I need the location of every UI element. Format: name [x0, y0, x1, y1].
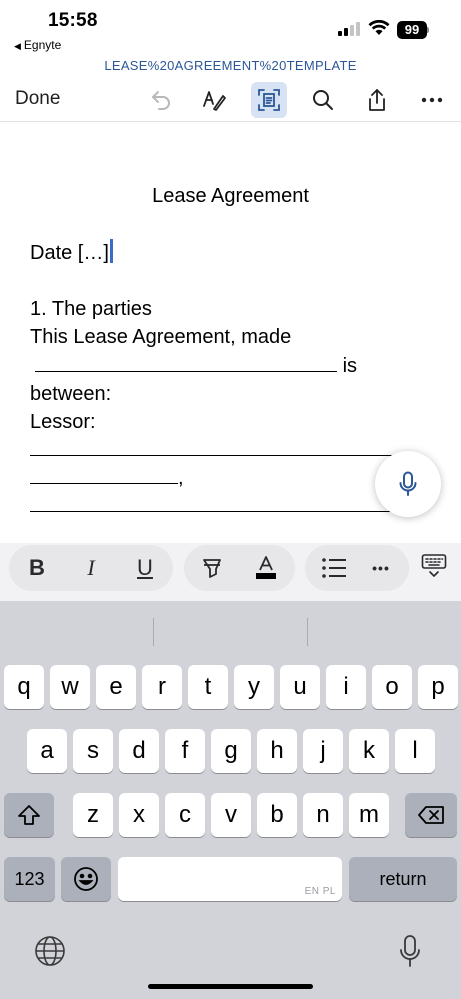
key-y[interactable]: y — [234, 665, 274, 709]
suggestion-divider — [307, 618, 308, 646]
key-p[interactable]: p — [418, 665, 458, 709]
blank-line-date[interactable] — [35, 354, 337, 372]
back-triangle-icon: ◀ — [14, 41, 21, 51]
key-c[interactable]: c — [165, 793, 205, 837]
keyboard-hide-icon — [421, 554, 447, 577]
space-key[interactable]: EN PL — [118, 857, 342, 901]
blank-line-lessor-name[interactable] — [30, 438, 420, 456]
status-time: 15:58 — [48, 10, 98, 31]
wifi-icon — [368, 19, 390, 41]
pen-icon[interactable] — [196, 82, 232, 118]
cellular-signal-icon — [338, 22, 362, 36]
key-u[interactable]: u — [280, 665, 320, 709]
text-style-group: B I U — [9, 545, 173, 591]
status-bar: 15:58 ◀ Egnyte 99 — [0, 0, 461, 58]
key-e[interactable]: e — [96, 665, 136, 709]
key-r[interactable]: r — [142, 665, 182, 709]
search-icon[interactable] — [305, 82, 341, 118]
format-bar: B I U ••• — [0, 543, 461, 601]
document-title: LEASE%20AGREEMENT%20TEMPLATE — [104, 58, 357, 73]
italic-button[interactable]: I — [71, 545, 111, 591]
font-color-icon — [256, 556, 276, 579]
key-d[interactable]: d — [119, 729, 159, 773]
date-line: Date […] — [30, 239, 113, 267]
font-color-button[interactable] — [244, 545, 288, 591]
suggestion-divider — [153, 618, 154, 646]
lessor-label: Lessor: — [30, 411, 96, 433]
list-group: ••• — [305, 545, 409, 591]
key-o[interactable]: o — [372, 665, 412, 709]
dictation-mic-icon[interactable] — [392, 931, 428, 971]
key-i[interactable]: i — [326, 665, 366, 709]
text-cursor — [109, 239, 113, 263]
reading-view-icon[interactable] — [251, 82, 287, 118]
key-f[interactable]: f — [165, 729, 205, 773]
blank-line-lessor-short[interactable] — [30, 466, 178, 484]
key-a[interactable]: a — [27, 729, 67, 773]
lessor-blank-1 — [30, 436, 420, 464]
key-z[interactable]: z — [73, 793, 113, 837]
key-b[interactable]: b — [257, 793, 297, 837]
language-hint: EN PL — [304, 886, 336, 897]
format-more-button[interactable]: ••• — [361, 545, 401, 591]
hide-keyboard-button[interactable] — [414, 543, 454, 589]
key-s[interactable]: s — [73, 729, 113, 773]
emoji-icon — [74, 867, 98, 891]
key-l[interactable]: l — [395, 729, 435, 773]
shift-icon — [18, 805, 40, 825]
lease-line-2: is — [30, 352, 357, 380]
shift-key[interactable] — [4, 793, 54, 837]
highlighter-button[interactable] — [192, 545, 232, 591]
key-w[interactable]: w — [50, 665, 90, 709]
key-q[interactable]: q — [4, 665, 44, 709]
key-m[interactable]: m — [349, 793, 389, 837]
document-heading: Lease Agreement — [152, 185, 309, 207]
back-app-label: Egnyte — [23, 38, 62, 52]
return-key[interactable]: return — [349, 857, 457, 901]
key-k[interactable]: k — [349, 729, 389, 773]
lease-line-2-suffix: is — [342, 355, 358, 377]
bullet-list-icon — [322, 558, 346, 578]
dictation-button[interactable] — [375, 451, 441, 517]
home-indicator — [148, 984, 313, 989]
lease-line-1: This Lease Agreement, made — [30, 326, 292, 348]
key-h[interactable]: h — [257, 729, 297, 773]
numbers-key[interactable]: 123 — [4, 857, 55, 901]
share-icon[interactable] — [359, 82, 395, 118]
done-button[interactable]: Done — [15, 88, 60, 110]
key-j[interactable]: j — [303, 729, 343, 773]
key-t[interactable]: t — [188, 665, 228, 709]
highlighter-icon — [203, 559, 221, 578]
key-n[interactable]: n — [303, 793, 343, 837]
comma-suffix: , — [178, 467, 184, 489]
color-group — [184, 545, 295, 591]
backspace-icon — [418, 806, 444, 824]
delete-key[interactable] — [405, 793, 457, 837]
battery-tip — [427, 27, 429, 33]
bold-button[interactable]: B — [17, 545, 57, 591]
microphone-icon — [399, 471, 417, 496]
undo-icon[interactable] — [143, 82, 179, 118]
lessor-blank-3 — [30, 492, 422, 520]
blank-line-lessor-address[interactable] — [30, 494, 422, 512]
lessor-blank-2: , — [30, 464, 184, 492]
section-title: 1. The parties — [30, 298, 152, 320]
bullet-list-button[interactable] — [313, 545, 355, 591]
key-v[interactable]: v — [211, 793, 251, 837]
lease-line-3: between: — [30, 383, 112, 405]
more-icon[interactable] — [414, 82, 450, 118]
editor-toolbar: Done — [0, 76, 461, 122]
key-g[interactable]: g — [211, 729, 251, 773]
date-text: Date […] — [30, 242, 109, 264]
back-to-app-link[interactable]: ◀ Egnyte — [14, 38, 61, 52]
software-keyboard: qwertyuiop asdfghjkl zxcvbnm 123 EN PL r… — [0, 601, 461, 999]
emoji-key[interactable] — [61, 857, 111, 901]
key-x[interactable]: x — [119, 793, 159, 837]
underline-button[interactable]: U — [125, 545, 165, 591]
battery-icon: 99 — [397, 21, 427, 39]
globe-icon[interactable] — [32, 933, 68, 969]
